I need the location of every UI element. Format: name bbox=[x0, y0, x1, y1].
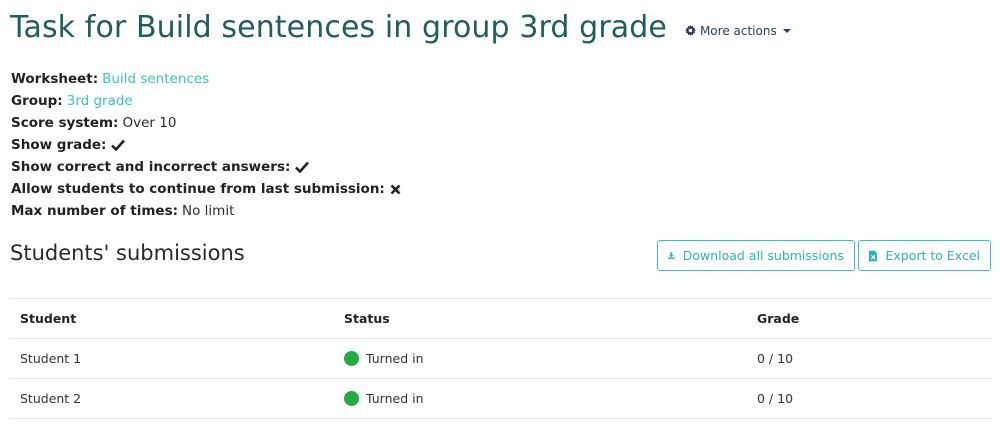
status-text: Turned in bbox=[366, 351, 424, 366]
export-to-excel-label: Export to Excel bbox=[885, 248, 980, 263]
title-row: Task for Build sentences in group 3rd gr… bbox=[10, 10, 791, 45]
grade-value: 0 / 10 bbox=[757, 351, 794, 366]
score-system-row: Score system: Over 10 bbox=[11, 112, 401, 134]
page-title: Task for Build sentences in group 3rd gr… bbox=[10, 10, 667, 45]
check-icon bbox=[295, 161, 310, 173]
table-row[interactable]: Student 1 Turned in 0 / 10 bbox=[10, 339, 991, 379]
column-header-student: Student bbox=[20, 311, 77, 326]
cross-icon bbox=[390, 184, 401, 195]
column-header-grade: Grade bbox=[757, 311, 800, 326]
table-header-row: Student Status Grade bbox=[10, 299, 991, 339]
student-name: Student 1 bbox=[20, 351, 82, 366]
group-label: Group: bbox=[11, 93, 63, 109]
export-to-excel-button[interactable]: Export to Excel bbox=[858, 240, 991, 271]
gear-icon bbox=[684, 25, 696, 36]
max-times-value: No limit bbox=[182, 203, 235, 219]
show-grade-label: Show grade: bbox=[11, 137, 107, 153]
status-text: Turned in bbox=[366, 391, 424, 406]
check-icon bbox=[111, 139, 126, 151]
show-answers-row: Show correct and incorrect answers: bbox=[11, 156, 401, 178]
group-row: Group: 3rd grade bbox=[11, 90, 401, 112]
show-grade-row: Show grade: bbox=[11, 134, 401, 156]
worksheet-link[interactable]: Build sentences bbox=[102, 68, 209, 90]
status-cell: Turned in bbox=[334, 391, 747, 406]
more-actions-dropdown[interactable]: More actions bbox=[684, 23, 791, 38]
status-dot-icon bbox=[344, 391, 359, 406]
column-header-status: Status bbox=[344, 311, 390, 326]
score-system-value: Over 10 bbox=[122, 115, 177, 131]
group-link[interactable]: 3rd grade bbox=[67, 90, 133, 112]
student-name: Student 2 bbox=[20, 391, 82, 406]
excel-file-icon bbox=[869, 250, 878, 261]
task-details: Worksheet: Build sentences Group: 3rd gr… bbox=[11, 68, 401, 222]
table-row[interactable]: Student 2 Turned in 0 / 10 bbox=[10, 379, 991, 419]
worksheet-label: Worksheet: bbox=[11, 71, 99, 87]
download-all-submissions-label: Download all submissions bbox=[682, 248, 844, 263]
download-all-submissions-button[interactable]: Download all submissions bbox=[657, 240, 855, 271]
score-system-label: Score system: bbox=[11, 115, 119, 131]
more-actions-label: More actions bbox=[699, 23, 777, 38]
download-icon bbox=[668, 252, 675, 259]
status-dot-icon bbox=[344, 351, 359, 366]
submissions-table: Student Status Grade Student 1 Turned in… bbox=[10, 298, 991, 419]
allow-continue-label: Allow students to continue from last sub… bbox=[11, 181, 385, 197]
submissions-title: Students' submissions bbox=[10, 241, 245, 265]
max-times-row: Max number of times: No limit bbox=[11, 200, 401, 222]
worksheet-row: Worksheet: Build sentences bbox=[11, 68, 401, 90]
chevron-down-icon bbox=[782, 28, 791, 33]
page: Task for Build sentences in group 3rd gr… bbox=[0, 0, 1000, 444]
show-answers-label: Show correct and incorrect answers: bbox=[11, 159, 291, 175]
max-times-label: Max number of times: bbox=[11, 203, 179, 219]
status-cell: Turned in bbox=[334, 351, 747, 366]
grade-value: 0 / 10 bbox=[757, 391, 794, 406]
allow-continue-row: Allow students to continue from last sub… bbox=[11, 178, 401, 200]
